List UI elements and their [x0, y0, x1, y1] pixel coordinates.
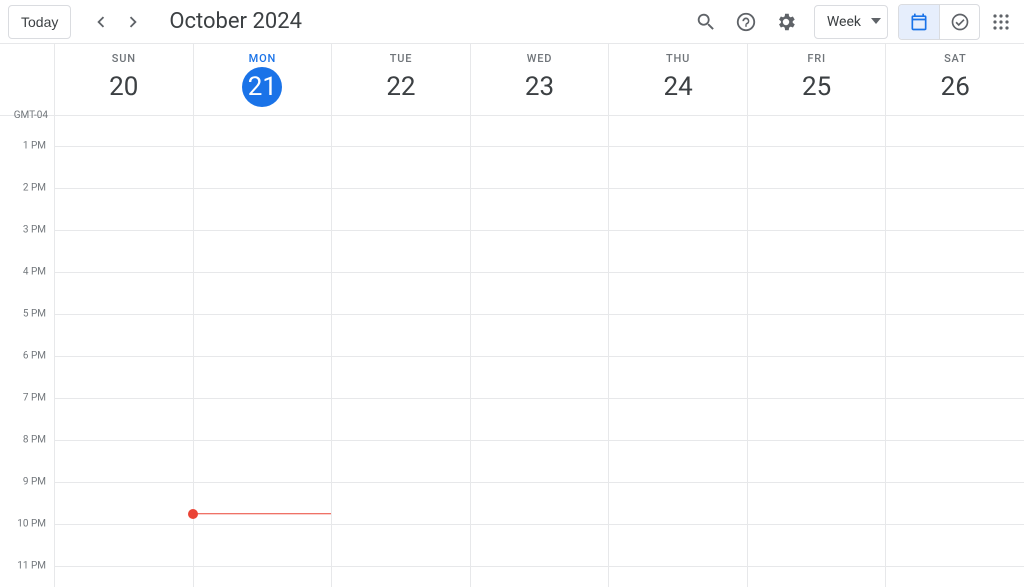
- hour-line: [54, 230, 1024, 231]
- time-label: 10 PM: [17, 519, 46, 530]
- hour-line: [54, 146, 1024, 147]
- day-column[interactable]: [747, 116, 886, 587]
- view-selector[interactable]: Week: [814, 5, 888, 39]
- time-label: 9 PM: [23, 477, 46, 488]
- time-label: 2 PM: [23, 183, 46, 194]
- time-label: 7 PM: [23, 393, 46, 404]
- hour-line: [54, 398, 1024, 399]
- time-label: 1 PM: [23, 141, 46, 152]
- view-toggle-group: [898, 4, 980, 40]
- settings-button[interactable]: [766, 2, 806, 42]
- day-column[interactable]: [885, 116, 1024, 587]
- day-number[interactable]: 24: [658, 67, 698, 107]
- day-column[interactable]: [54, 116, 193, 587]
- apps-grid-icon: [992, 13, 1010, 31]
- hour-line: [54, 314, 1024, 315]
- hour-line: [54, 440, 1024, 441]
- check-circle-icon: [950, 12, 970, 32]
- month-title: October 2024: [169, 9, 302, 34]
- day-column[interactable]: [470, 116, 609, 587]
- day-name: FRI: [807, 52, 826, 65]
- timezone-cell: GMT-04: [0, 44, 54, 115]
- chevron-down-icon: [871, 14, 881, 30]
- day-column[interactable]: [608, 116, 747, 587]
- time-label: 5 PM: [23, 309, 46, 320]
- day-header[interactable]: WED 23: [470, 44, 609, 115]
- time-label: 11 PM: [17, 561, 46, 572]
- day-header[interactable]: MON 21: [193, 44, 332, 115]
- nav-arrows: [85, 6, 149, 38]
- day-number[interactable]: 22: [381, 67, 421, 107]
- search-icon: [695, 11, 717, 33]
- hour-line: [54, 356, 1024, 357]
- time-label: 3 PM: [23, 225, 46, 236]
- google-apps-button[interactable]: [986, 2, 1016, 42]
- tasks-view-toggle[interactable]: [939, 5, 979, 39]
- day-name: MON: [249, 52, 276, 65]
- header: Today October 2024 Week: [0, 0, 1024, 44]
- day-number[interactable]: 25: [797, 67, 837, 107]
- day-column[interactable]: [193, 116, 332, 587]
- day-number[interactable]: 20: [104, 67, 144, 107]
- day-number[interactable]: 21: [242, 67, 282, 107]
- time-column: 1 PM 2 PM 3 PM 4 PM 5 PM 6 PM 7 PM 8 PM 9 PM 10 P…: [0, 116, 54, 587]
- day-header[interactable]: FRI 25: [747, 44, 886, 115]
- hour-line: [54, 188, 1024, 189]
- time-label: 4 PM: [23, 267, 46, 278]
- day-columns: [54, 116, 1024, 587]
- time-label: 8 PM: [23, 435, 46, 446]
- help-button[interactable]: [726, 2, 766, 42]
- help-icon: [735, 11, 757, 33]
- next-button[interactable]: [117, 6, 149, 38]
- day-column[interactable]: [331, 116, 470, 587]
- hour-line: [54, 272, 1024, 273]
- calendar-view-toggle[interactable]: [899, 5, 939, 39]
- chevron-right-icon: [122, 11, 144, 33]
- day-name: THU: [666, 52, 690, 65]
- prev-button[interactable]: [85, 6, 117, 38]
- day-header-row: GMT-04 SUN 20 MON 21 TUE 22 WED 23 THU 24 FRI 25 SAT…: [0, 44, 1024, 116]
- calendar-icon: [909, 12, 929, 32]
- gear-icon: [775, 11, 797, 33]
- hour-line: [54, 482, 1024, 483]
- now-indicator-line: [193, 513, 332, 515]
- day-name: TUE: [390, 52, 413, 65]
- day-header[interactable]: THU 24: [608, 44, 747, 115]
- day-name: SUN: [112, 52, 136, 65]
- day-number[interactable]: 26: [935, 67, 975, 107]
- view-selector-label: Week: [827, 14, 861, 30]
- day-name: SAT: [944, 52, 966, 65]
- hour-line: [54, 524, 1024, 525]
- chevron-left-icon: [90, 11, 112, 33]
- today-button[interactable]: Today: [8, 5, 71, 39]
- day-header[interactable]: SUN 20: [54, 44, 193, 115]
- time-label: 6 PM: [23, 351, 46, 362]
- day-header[interactable]: TUE 22: [331, 44, 470, 115]
- day-name: WED: [527, 52, 552, 65]
- calendar-grid[interactable]: 1 PM 2 PM 3 PM 4 PM 5 PM 6 PM 7 PM 8 PM 9 PM 10 P…: [0, 116, 1024, 587]
- search-button[interactable]: [686, 2, 726, 42]
- day-header[interactable]: SAT 26: [885, 44, 1024, 115]
- hour-line: [54, 566, 1024, 567]
- day-number[interactable]: 23: [520, 67, 560, 107]
